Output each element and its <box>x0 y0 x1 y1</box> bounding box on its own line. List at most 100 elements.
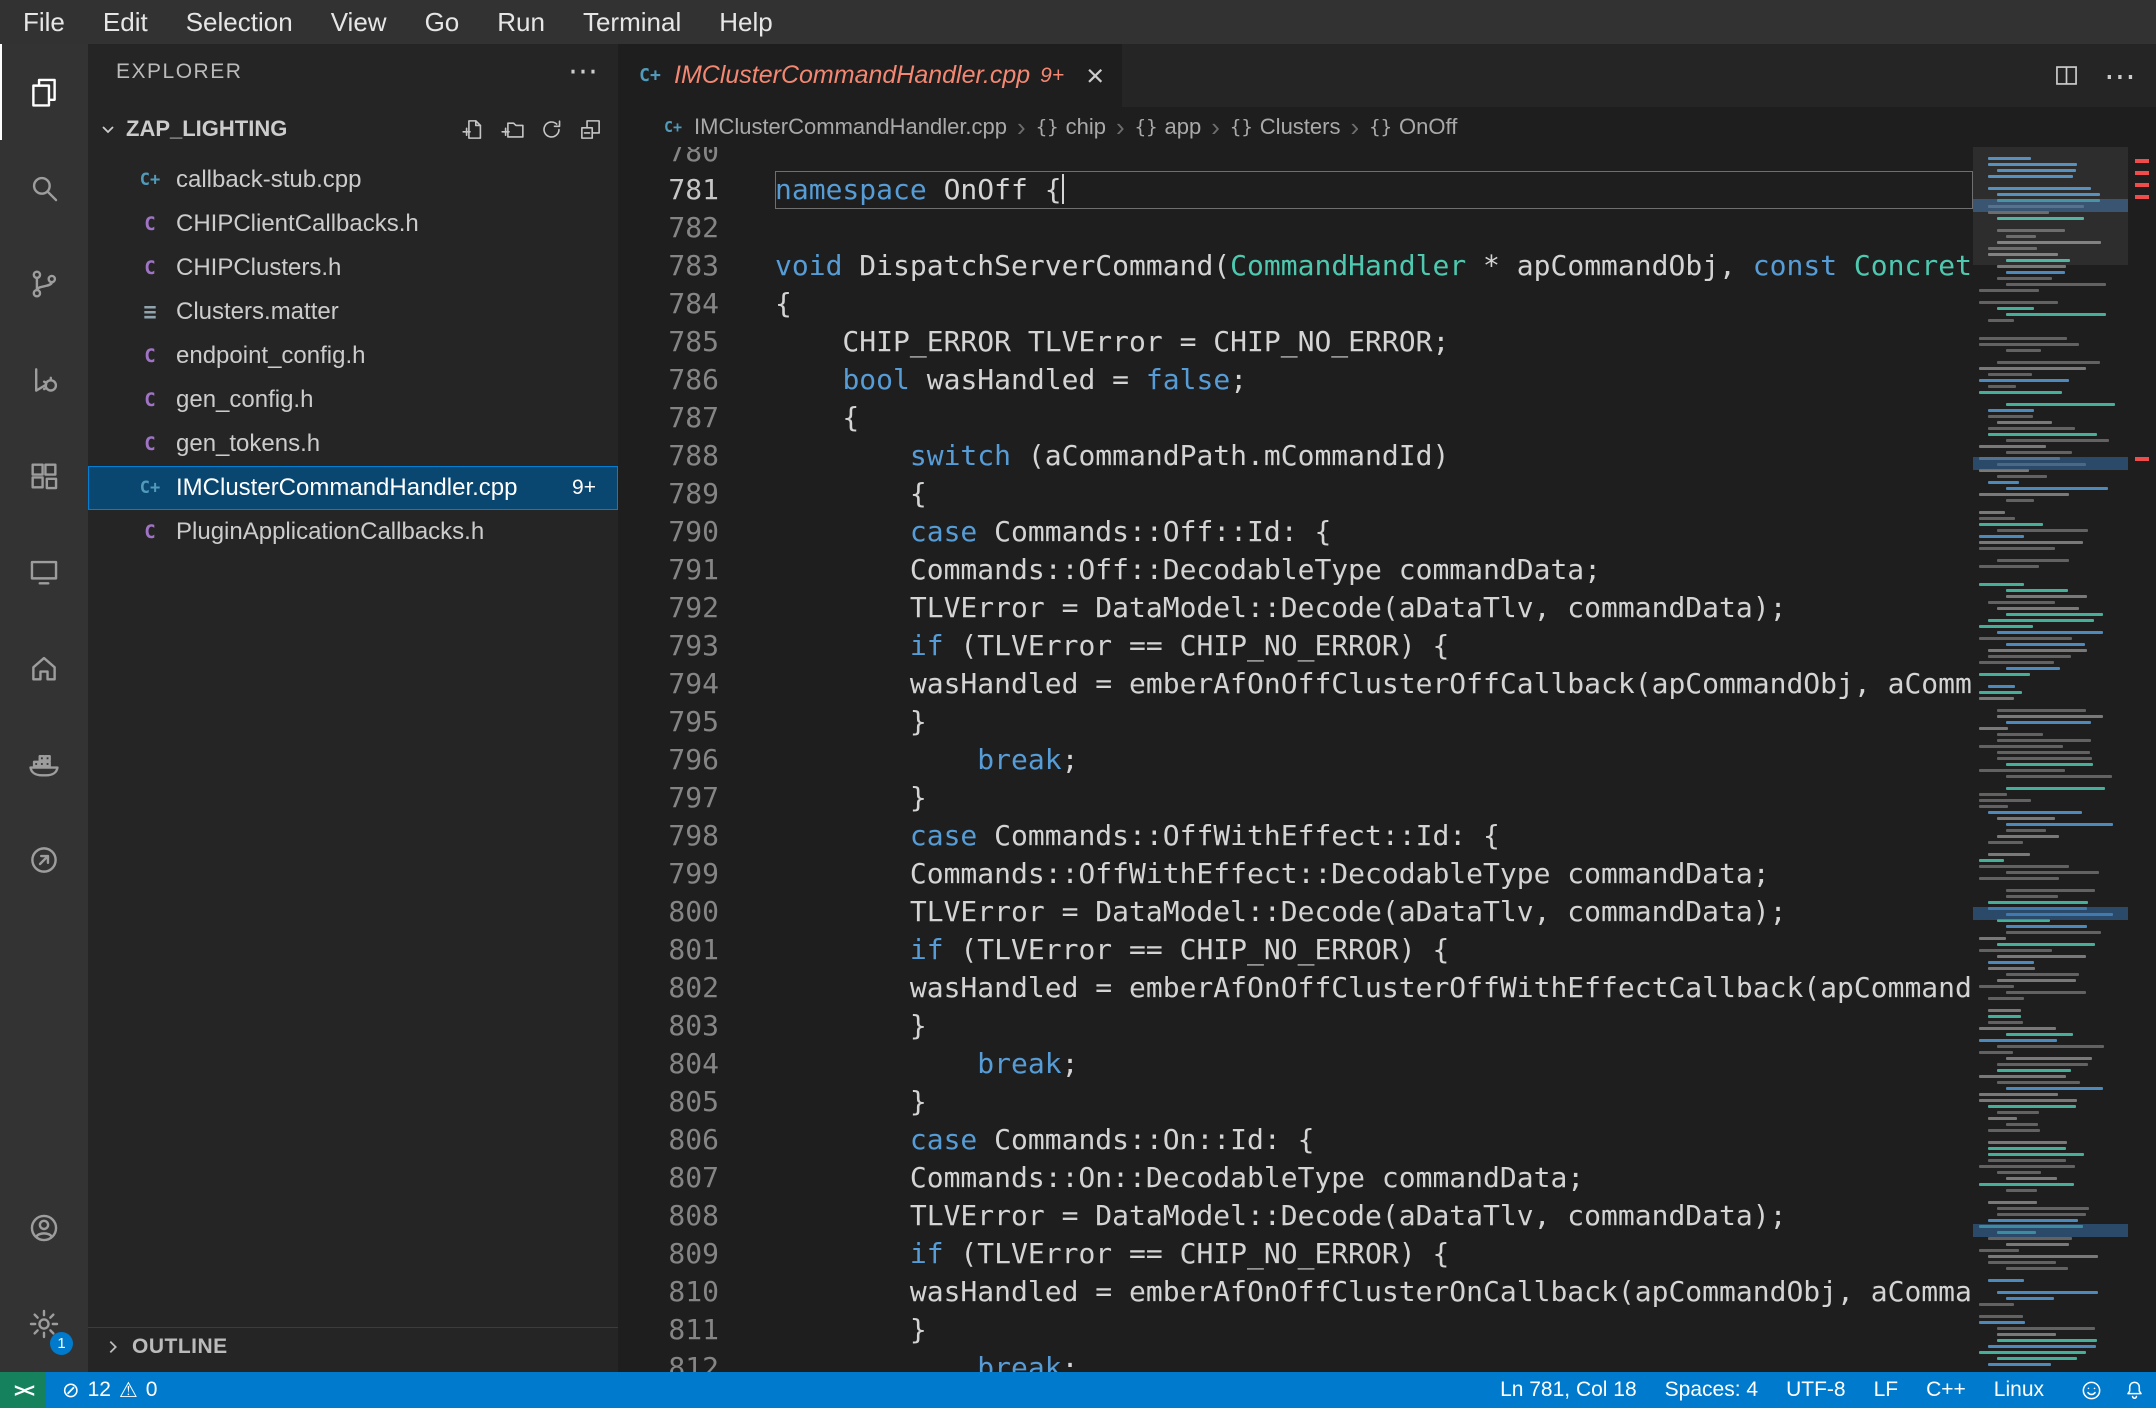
minimap-line <box>2006 973 2080 976</box>
remote-explorer-icon[interactable] <box>0 524 88 620</box>
status-linux[interactable]: Linux <box>1980 1378 2058 1402</box>
menu-item-selection[interactable]: Selection <box>167 0 312 44</box>
file-item[interactable]: Cgen_tokens.h <box>88 422 618 466</box>
menu-item-file[interactable]: File <box>4 0 84 44</box>
minimap-line <box>2006 349 2042 352</box>
menu-item-help[interactable]: Help <box>700 0 791 44</box>
minimap-line <box>1988 1129 2040 1132</box>
explorer-icon[interactable] <box>0 44 88 140</box>
line-number: 804 <box>668 1047 719 1080</box>
menu-item-run[interactable]: Run <box>478 0 564 44</box>
tab-imclustercommandhandler[interactable]: C+ IMClusterCommandHandler.cpp 9+ × <box>618 44 1123 107</box>
remote-indicator[interactable]: >< <box>0 1372 46 1408</box>
breadcrumb-item[interactable]: {} app <box>1135 114 1202 140</box>
more-actions-icon[interactable]: ⋯ <box>2104 60 2136 92</box>
more-actions-icon[interactable]: ⋯ <box>568 57 598 87</box>
close-icon[interactable]: × <box>1086 60 1104 91</box>
code-line: 791 Commands::Off::DecodableType command… <box>618 551 1973 589</box>
menu-item-go[interactable]: Go <box>406 0 479 44</box>
minimap-line <box>2006 1057 2093 1060</box>
file-item[interactable]: C+ IMClusterCommandHandler.cpp 9+ <box>88 466 618 510</box>
home-icon[interactable] <box>0 620 88 716</box>
file-item[interactable]: Cendpoint_config.h <box>88 334 618 378</box>
new-folder-icon[interactable] <box>501 118 524 141</box>
refresh-icon[interactable] <box>540 118 563 141</box>
file-name: CHIPClusters.h <box>176 254 342 281</box>
namespace-icon: {} <box>1229 116 1253 138</box>
minimap-line <box>1979 301 2058 304</box>
breadcrumb-item[interactable]: {} OnOff <box>1369 114 1457 140</box>
code-line: 796 break; <box>618 741 1973 779</box>
file-item[interactable]: C CHIPClientCallbacks.h <box>88 202 618 246</box>
status-utf-8[interactable]: UTF-8 <box>1772 1378 1860 1402</box>
account-icon[interactable] <box>0 1180 88 1276</box>
menu-bar: File Edit Selection View Go Run Terminal Help <box>0 0 2156 44</box>
minimap-line <box>1979 1249 2019 1252</box>
status-spaces-4[interactable]: Spaces: 4 <box>1651 1378 1772 1402</box>
minimap-line <box>1997 751 2091 754</box>
line-number: 797 <box>668 781 719 814</box>
menu-item-edit[interactable]: Edit <box>84 0 167 44</box>
code-line: 790 case Commands::Off::Id: { <box>618 513 1973 551</box>
file-name: Clusters.matter <box>176 298 339 325</box>
file-item[interactable]: C+ callback-stub.cpp <box>88 158 618 202</box>
file-item[interactable]: ≡ Clusters.matter <box>88 290 618 334</box>
file-item[interactable]: C PluginApplicationCallbacks.h <box>88 510 618 554</box>
feedback-smiley-icon[interactable] <box>2070 1379 2113 1402</box>
minimap-line <box>1988 1015 2022 1018</box>
docker-icon[interactable] <box>0 716 88 812</box>
status-c[interactable]: C++ <box>1912 1378 1980 1402</box>
split-editor-icon[interactable] <box>2053 62 2080 89</box>
section-zap-lighting[interactable]: ZAP_LIGHTING <box>88 100 618 158</box>
file-name: gen_config.h <box>176 386 314 413</box>
code-line: 792 TLVError = DataModel::Decode(aDataTl… <box>618 589 1973 627</box>
line-number: 792 <box>668 591 719 624</box>
status-lf[interactable]: LF <box>1860 1378 1913 1402</box>
breadcrumb: C+ IMClusterCommandHandler.cpp › {} chip › {} a… <box>618 107 2156 147</box>
minimap-line <box>1979 583 2024 586</box>
breadcrumb-item[interactable]: {} Clusters <box>1230 114 1341 140</box>
search-icon[interactable] <box>0 140 88 236</box>
notifications-bell-icon[interactable] <box>2113 1379 2156 1402</box>
line-content: bool wasHandled = false; <box>842 363 1248 396</box>
code-line: 812 break; <box>618 1349 1973 1372</box>
new-file-icon[interactable] <box>462 118 485 141</box>
source-control-icon[interactable] <box>0 236 88 332</box>
problems-status[interactable]: ⊘ 12 ⚠ 0 <box>46 1372 173 1408</box>
minimap-line <box>2006 643 2085 646</box>
circle-arrow-icon[interactable] <box>0 812 88 908</box>
extensions-icon[interactable] <box>0 428 88 524</box>
minimap-line <box>1988 901 2088 904</box>
status-ln-781-col-18[interactable]: Ln 781, Col 18 <box>1486 1378 1651 1402</box>
menu-item-terminal[interactable]: Terminal <box>564 0 700 44</box>
code-line: 787 { <box>618 399 1973 437</box>
file-item[interactable]: C CHIPClusters.h <box>88 246 618 290</box>
minimap-line <box>1997 277 2052 280</box>
minimap-line <box>2006 313 2107 316</box>
minimap-line <box>2006 439 2110 442</box>
breadcrumb-item[interactable]: {} chip <box>1036 114 1106 140</box>
minimap-line <box>1979 937 2006 940</box>
error-mark <box>2135 159 2149 163</box>
minimap-line <box>2006 667 2060 670</box>
menu-item-view[interactable]: View <box>312 0 406 44</box>
settings-gear-icon[interactable]: 1 <box>0 1276 88 1372</box>
code-editor[interactable]: 780 781 namespace OnOff {782 783 void Dispat… <box>618 147 2156 1372</box>
minimap-line <box>1979 379 2070 382</box>
h-file-icon: C <box>144 257 156 279</box>
h-file-icon: C <box>144 521 156 543</box>
minimap-line <box>1979 511 2005 514</box>
minimap-slider[interactable] <box>1973 147 2128 265</box>
minimap[interactable] <box>1973 147 2128 1372</box>
file-item[interactable]: Cgen_config.h <box>88 378 618 422</box>
run-debug-icon[interactable] <box>0 332 88 428</box>
line-content: } <box>775 1313 927 1346</box>
collapse-all-icon[interactable] <box>579 118 602 141</box>
minimap-line <box>1988 619 2095 622</box>
minimap-line <box>1979 793 2007 796</box>
minimap-line <box>2006 823 2113 826</box>
line-content: { <box>775 401 860 434</box>
outline-section[interactable]: OUTLINE <box>88 1327 618 1365</box>
breadcrumb-item[interactable]: C+ IMClusterCommandHandler.cpp <box>660 114 1007 140</box>
minimap-line <box>1997 559 2070 562</box>
